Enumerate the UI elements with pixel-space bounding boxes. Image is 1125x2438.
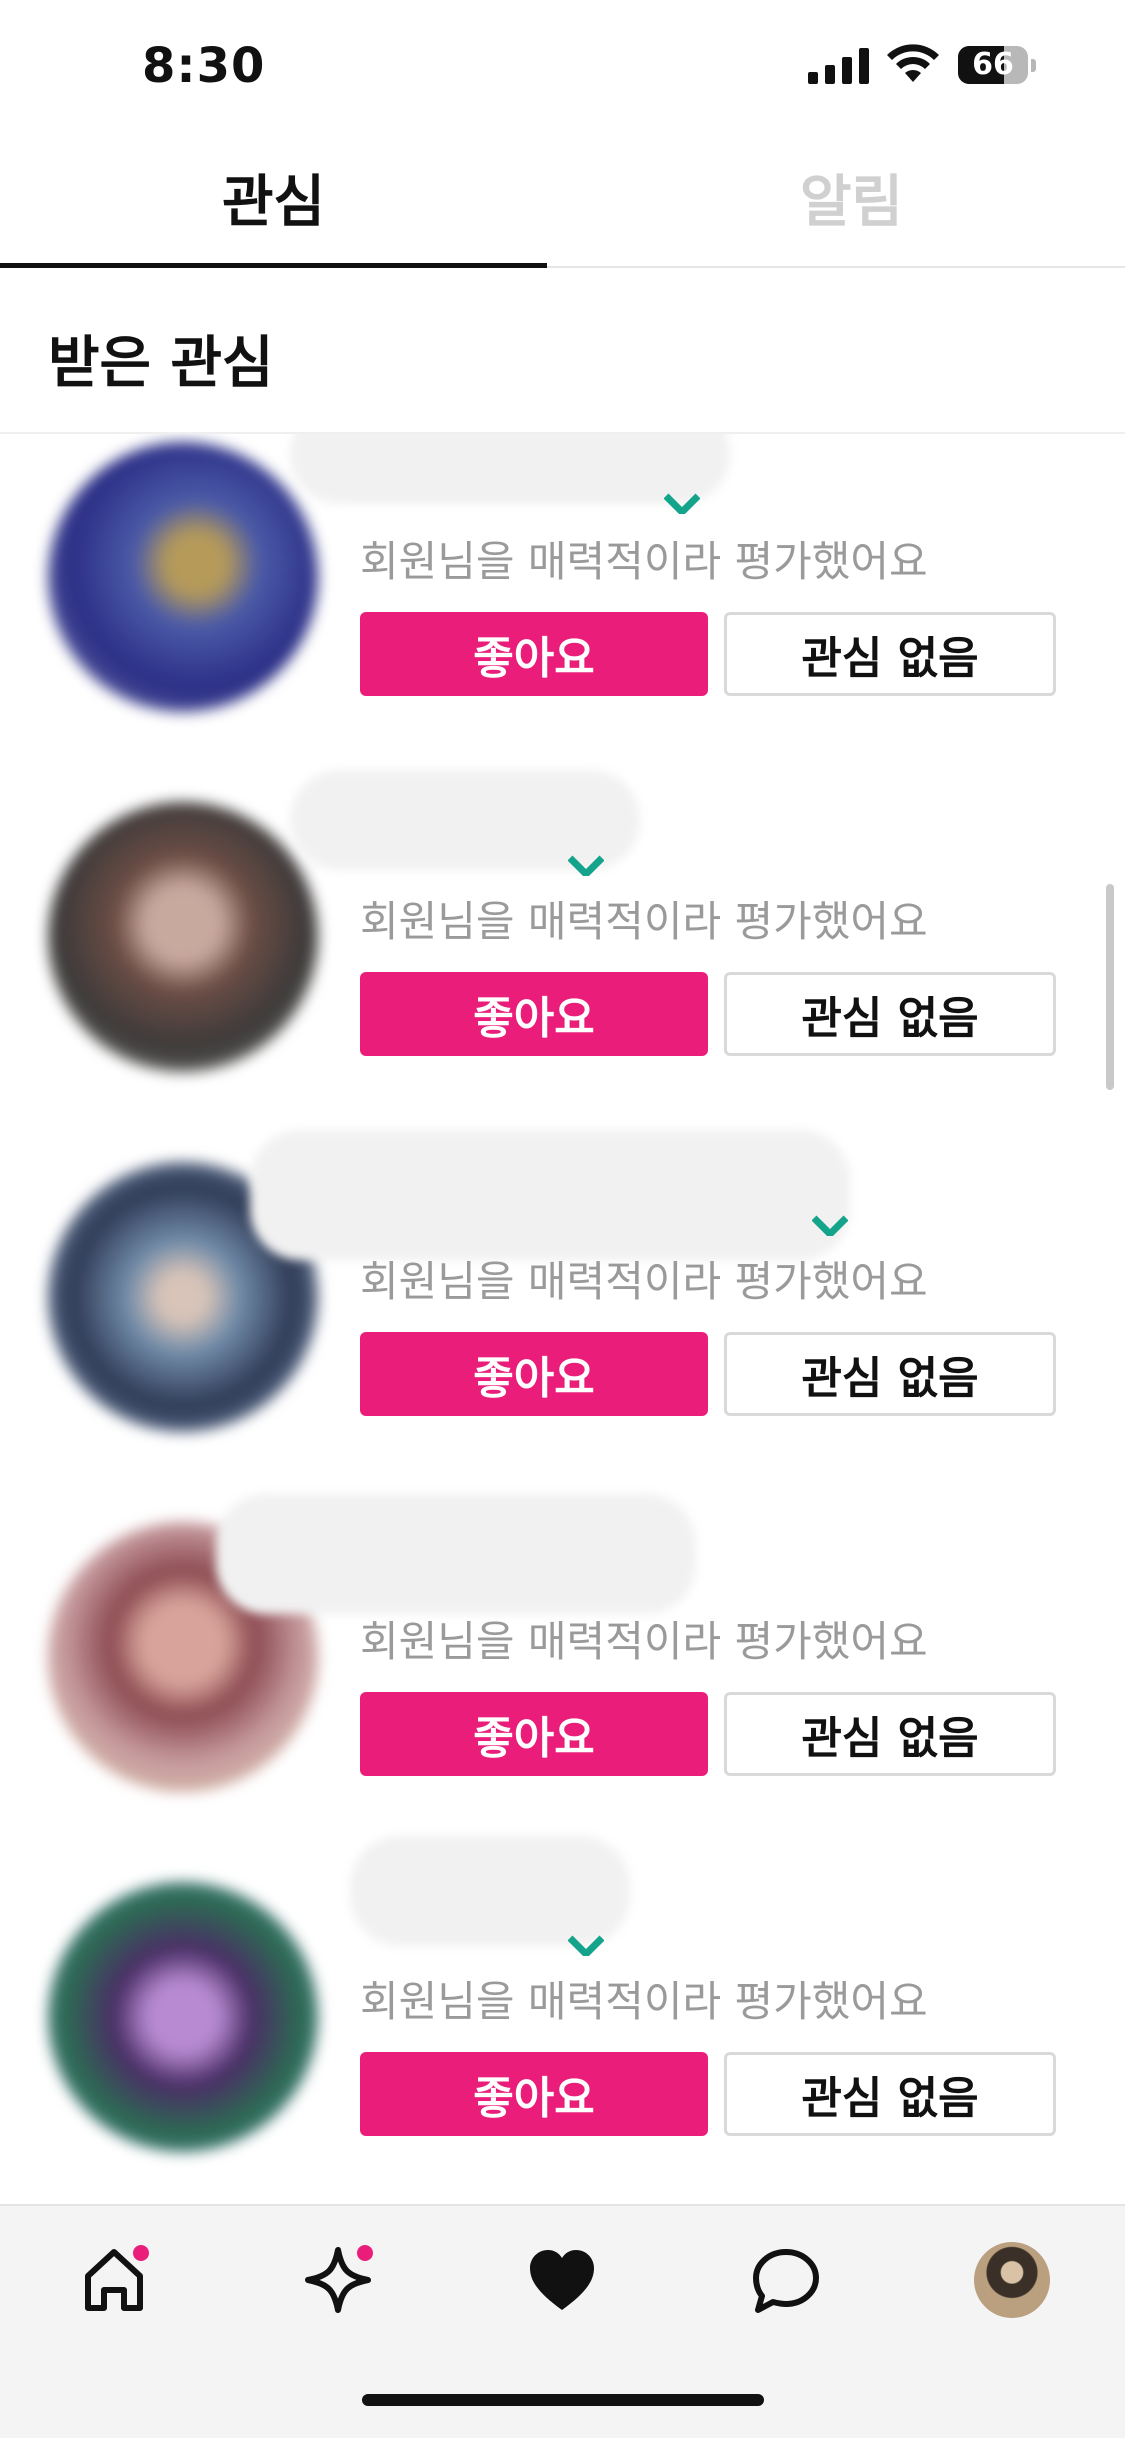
nav-home[interactable]	[74, 2240, 154, 2320]
not-interested-button[interactable]: 관심 없음	[724, 972, 1056, 1056]
list-item[interactable]: 회원님을 매력적이라 평가했어요 좋아요 관심 없음	[0, 1130, 1125, 1514]
card-message: 회원님을 매력적이라 평가했어요	[360, 1257, 928, 1306]
nav-discover[interactable]	[298, 2240, 378, 2320]
battery-level: 66	[972, 47, 1014, 82]
verified-badge-icon	[568, 855, 604, 876]
blurred-username	[250, 1130, 850, 1260]
like-button[interactable]: 좋아요	[360, 972, 708, 1056]
tab-bar: 관심 알림	[0, 130, 1125, 268]
received-interest-list[interactable]: 회원님을 매력적이라 평가했어요 좋아요 관심 없음 회원님을 매력적이라 평가…	[0, 434, 1125, 2204]
not-interested-button[interactable]: 관심 없음	[724, 1332, 1056, 1416]
list-item[interactable]: 회원님을 매력적이라 평가했어요 좋아요 관심 없음	[0, 434, 1125, 794]
avatar[interactable]	[48, 802, 318, 1072]
nav-chat[interactable]	[746, 2240, 826, 2320]
not-interested-button[interactable]: 관심 없음	[724, 1692, 1056, 1776]
heart-icon	[530, 2250, 594, 2310]
card-message: 회원님을 매력적이라 평가했어요	[360, 537, 928, 586]
section-title: 받은 관심	[48, 331, 274, 396]
notification-dot	[130, 2242, 152, 2264]
status-bar: 8:30 66	[0, 0, 1125, 130]
blurred-username	[350, 1836, 630, 1946]
tab-interest[interactable]: 관심	[0, 130, 547, 264]
like-button[interactable]: 좋아요	[360, 1692, 708, 1776]
tab-notifications[interactable]: 알림	[578, 130, 1125, 264]
not-interested-button[interactable]: 관심 없음	[724, 2052, 1056, 2136]
verified-badge-icon	[812, 1215, 848, 1236]
verified-badge-icon	[664, 493, 700, 514]
list-item[interactable]: 회원님을 매력적이라 평가했어요 좋아요 관심 없음	[0, 770, 1125, 1154]
battery-icon: 66	[958, 46, 1038, 84]
scrollbar[interactable]	[1106, 884, 1114, 1090]
nav-likes[interactable]	[522, 2240, 602, 2320]
like-button[interactable]: 좋아요	[360, 612, 708, 696]
like-button[interactable]: 좋아요	[360, 1332, 708, 1416]
list-item[interactable]: 회원님을 매력적이라 평가했어요 좋아요 관심 없음	[0, 1836, 1125, 2204]
notification-dot	[354, 2242, 376, 2264]
home-indicator[interactable]	[362, 2394, 764, 2406]
chat-bubble-icon	[753, 2249, 819, 2313]
card-message: 회원님을 매력적이라 평가했어요	[360, 1617, 928, 1666]
cellular-signal-icon	[808, 48, 869, 84]
blurred-username	[216, 1494, 696, 1614]
avatar[interactable]	[48, 1882, 318, 2152]
list-item[interactable]: 회원님을 매력적이라 평가했어요 좋아요 관심 없음	[0, 1494, 1125, 1874]
avatar[interactable]	[48, 442, 318, 712]
card-message: 회원님을 매력적이라 평가했어요	[360, 897, 928, 946]
like-button[interactable]: 좋아요	[360, 2052, 708, 2136]
wifi-icon	[887, 44, 939, 82]
section-header: 받은 관심	[0, 268, 1125, 434]
not-interested-button[interactable]: 관심 없음	[724, 612, 1056, 696]
verified-badge-icon	[568, 1935, 604, 1956]
clock-time: 8:30	[142, 38, 266, 94]
profile-avatar[interactable]	[974, 2242, 1050, 2318]
card-message: 회원님을 매력적이라 평가했어요	[360, 1977, 928, 2026]
